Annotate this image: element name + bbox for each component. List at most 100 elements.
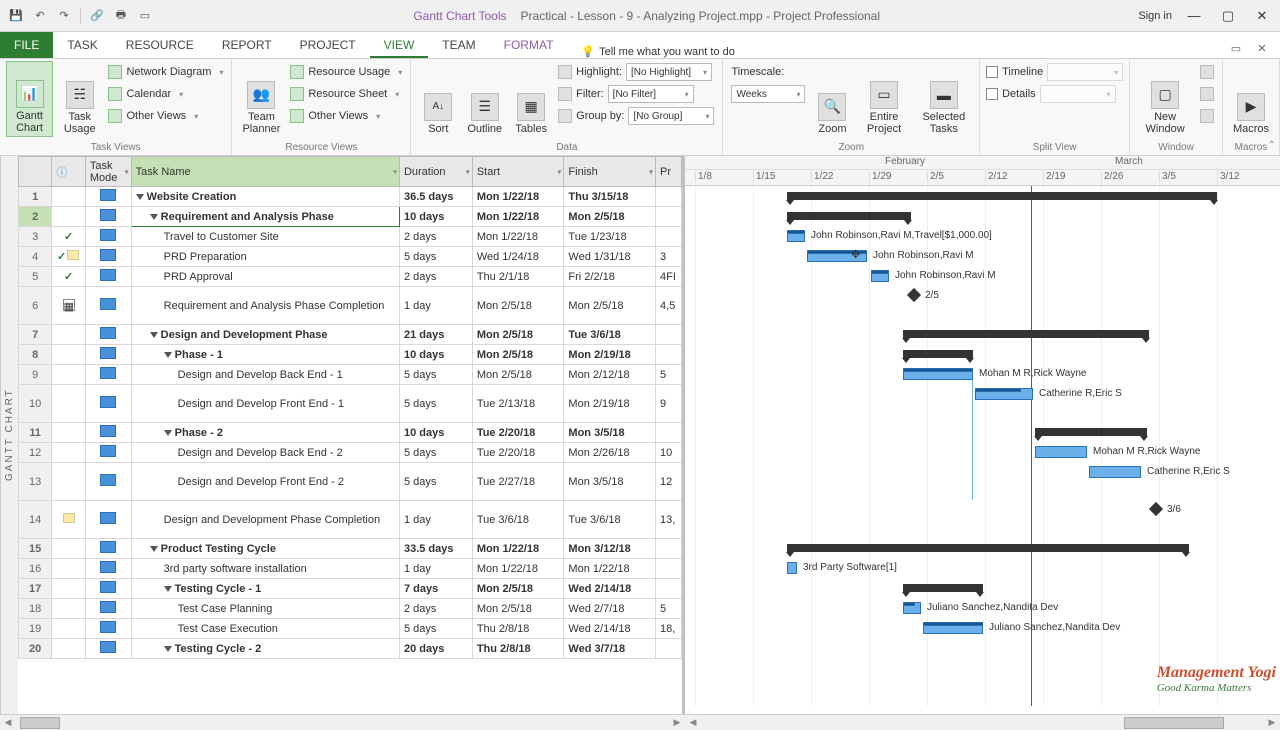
col-indicators[interactable]: ⓘ [52,157,86,187]
tab-team[interactable]: TEAM [428,32,489,58]
table-row[interactable]: 9Design and Develop Back End - 15 daysMo… [19,365,682,385]
tab-view[interactable]: VIEW [370,32,429,58]
timescale-label: Timescale: [731,66,784,78]
col-task-name[interactable]: Task Name▾ [131,157,399,187]
preview-icon[interactable]: ▭ [135,6,155,26]
maximize-icon[interactable]: ▢ [1216,4,1240,28]
table-row[interactable]: 10Design and Develop Front End - 15 days… [19,385,682,423]
table-row[interactable]: 11Phase - 210 daysTue 2/20/18Mon 3/5/18 [19,423,682,443]
summary-bar[interactable] [787,192,1217,200]
task-usage-button[interactable]: ☵Task Usage [57,61,102,137]
table-row[interactable]: 13Design and Develop Front End - 25 days… [19,463,682,501]
macros-button[interactable]: ▶Macros [1229,61,1273,137]
tab-project[interactable]: PROJECT [286,32,370,58]
undo-icon[interactable]: ↶ [30,6,50,26]
summary-bar[interactable] [787,212,911,220]
row-header[interactable] [19,157,52,187]
table-row[interactable]: 3✓Travel to Customer Site2 daysMon 1/22/… [19,227,682,247]
highlight-icon [558,65,572,79]
grid-hscroll[interactable]: ◀▶ [0,714,685,730]
table-row[interactable]: 7Design and Development Phase21 daysMon … [19,325,682,345]
gantt-chart-area[interactable]: FebruaryMarch 1/81/151/221/292/52/122/19… [685,156,1280,714]
highlight-combo[interactable]: [No Highlight]▾ [626,63,712,81]
table-row[interactable]: 4✓PRD Preparation5 daysWed 1/24/18Wed 1/… [19,247,682,267]
table-row[interactable]: 18Test Case Planning2 daysMon 2/5/18Wed … [19,599,682,619]
other-rviews-button[interactable]: Other Views▾ [288,105,404,127]
print-icon[interactable]: 🖶 [111,6,131,26]
timeline-checkbox[interactable] [986,66,998,78]
signin-link[interactable]: Sign in [1138,10,1172,22]
link-icon[interactable]: 🔗 [87,6,107,26]
table-row[interactable]: 6▦Requirement and Analysis Phase Complet… [19,287,682,325]
network-diagram-button[interactable]: Network Diagram▾ [106,61,225,83]
tab-report[interactable]: REPORT [208,32,286,58]
tab-file[interactable]: FILE [0,32,53,58]
close-icon[interactable]: ✕ [1250,4,1274,28]
help-close-icon[interactable]: ✕ [1252,38,1272,58]
bar-label: Catherine R,Eric S [1147,466,1230,477]
col-task-mode[interactable]: Task Mode▾ [85,157,131,187]
selected-tasks-button[interactable]: ▬Selected Tasks [915,61,973,137]
group-combo[interactable]: [No Group]▾ [628,107,714,125]
bar-label: John Robinson,Ravi M,Travel[$1,000.00] [811,230,992,241]
resource-sheet-button[interactable]: Resource Sheet▾ [288,83,404,105]
summary-bar[interactable] [903,330,1149,338]
task-bar[interactable] [1035,446,1087,458]
other-views-button[interactable]: Other Views▾ [106,105,225,127]
col-pred[interactable]: Pr [656,157,682,187]
zoom-button[interactable]: 🔍Zoom [811,61,853,137]
outline-button[interactable]: ☰Outline [463,61,506,137]
table-row[interactable]: 163rd party software installation1 dayMo… [19,559,682,579]
milestone[interactable] [1149,502,1163,516]
tab-task[interactable]: TASK [53,32,111,58]
bar-label: Mohan M R,Rick Wayne [1093,446,1200,457]
quick-access: 💾 ↶ ↷ 🔗 🖶 ▭ [6,6,155,26]
table-row[interactable]: 14Design and Development Phase Completio… [19,501,682,539]
task-bar[interactable] [787,562,797,574]
arrange-icon[interactable] [1200,87,1214,101]
table-row[interactable]: 19Test Case Execution5 daysThu 2/8/18Wed… [19,619,682,639]
redo-icon[interactable]: ↷ [54,6,74,26]
ribbon-display-icon[interactable]: ▭ [1226,38,1246,58]
milestone[interactable] [907,288,921,302]
switch-icon[interactable] [1200,65,1214,79]
tab-resource[interactable]: RESOURCE [112,32,208,58]
team-planner-button[interactable]: 👥Team Planner [238,61,284,137]
minimize-icon[interactable]: — [1182,4,1206,28]
calendar-button[interactable]: Calendar▾ [106,83,225,105]
sort-button[interactable]: A↓Sort [417,61,459,137]
summary-bar[interactable] [787,544,1189,552]
summary-bar[interactable] [903,584,983,592]
move-cursor-icon: ✥ [851,248,860,261]
table-row[interactable]: 2Requirement and Analysis Phase10 daysMo… [19,207,682,227]
hide-icon[interactable] [1200,109,1214,123]
timeline-header: FebruaryMarch 1/81/151/221/292/52/122/19… [685,156,1280,186]
table-row[interactable]: 1Website Creation36.5 daysMon 1/22/18Thu… [19,187,682,207]
table-row[interactable]: 5✓PRD Approval2 daysThu 2/1/18Fri 2/2/18… [19,267,682,287]
chart-hscroll[interactable]: ◀▶ [685,714,1280,730]
collapse-ribbon-icon[interactable]: ⌃ [1268,140,1276,151]
filter-combo[interactable]: [No Filter]▾ [608,85,694,103]
resource-usage-button[interactable]: Resource Usage▾ [288,61,404,83]
gantt-chart-button[interactable]: 📊Gantt Chart [6,61,53,137]
col-duration[interactable]: Duration▾ [399,157,472,187]
table-row[interactable]: 8Phase - 110 daysMon 2/5/18Mon 2/19/18 [19,345,682,365]
new-window-button[interactable]: ▢New Window [1136,61,1194,137]
details-checkbox[interactable] [986,88,998,100]
col-finish[interactable]: Finish▾ [564,157,656,187]
save-icon[interactable]: 💾 [6,6,26,26]
table-row[interactable]: 12Design and Develop Back End - 25 daysT… [19,443,682,463]
entire-project-button[interactable]: ▭Entire Project [857,61,910,137]
table-row[interactable]: 20Testing Cycle - 220 daysThu 2/8/18Wed … [19,639,682,659]
highlight-label: Highlight: [576,66,622,78]
tables-button[interactable]: ▦Tables [510,61,552,137]
timescale-combo[interactable]: Weeks▾ [731,85,805,103]
col-start[interactable]: Start▾ [472,157,564,187]
tellme-input[interactable]: 💡Tell me what you want to do [581,45,734,58]
table-row[interactable]: 15Product Testing Cycle33.5 daysMon 1/22… [19,539,682,559]
table-row[interactable]: 17Testing Cycle - 17 daysMon 2/5/18Wed 2… [19,579,682,599]
summary-bar[interactable] [1035,428,1147,436]
task-bar[interactable] [1089,466,1141,478]
summary-bar[interactable] [903,350,973,358]
tab-format[interactable]: FORMAT [490,32,568,58]
